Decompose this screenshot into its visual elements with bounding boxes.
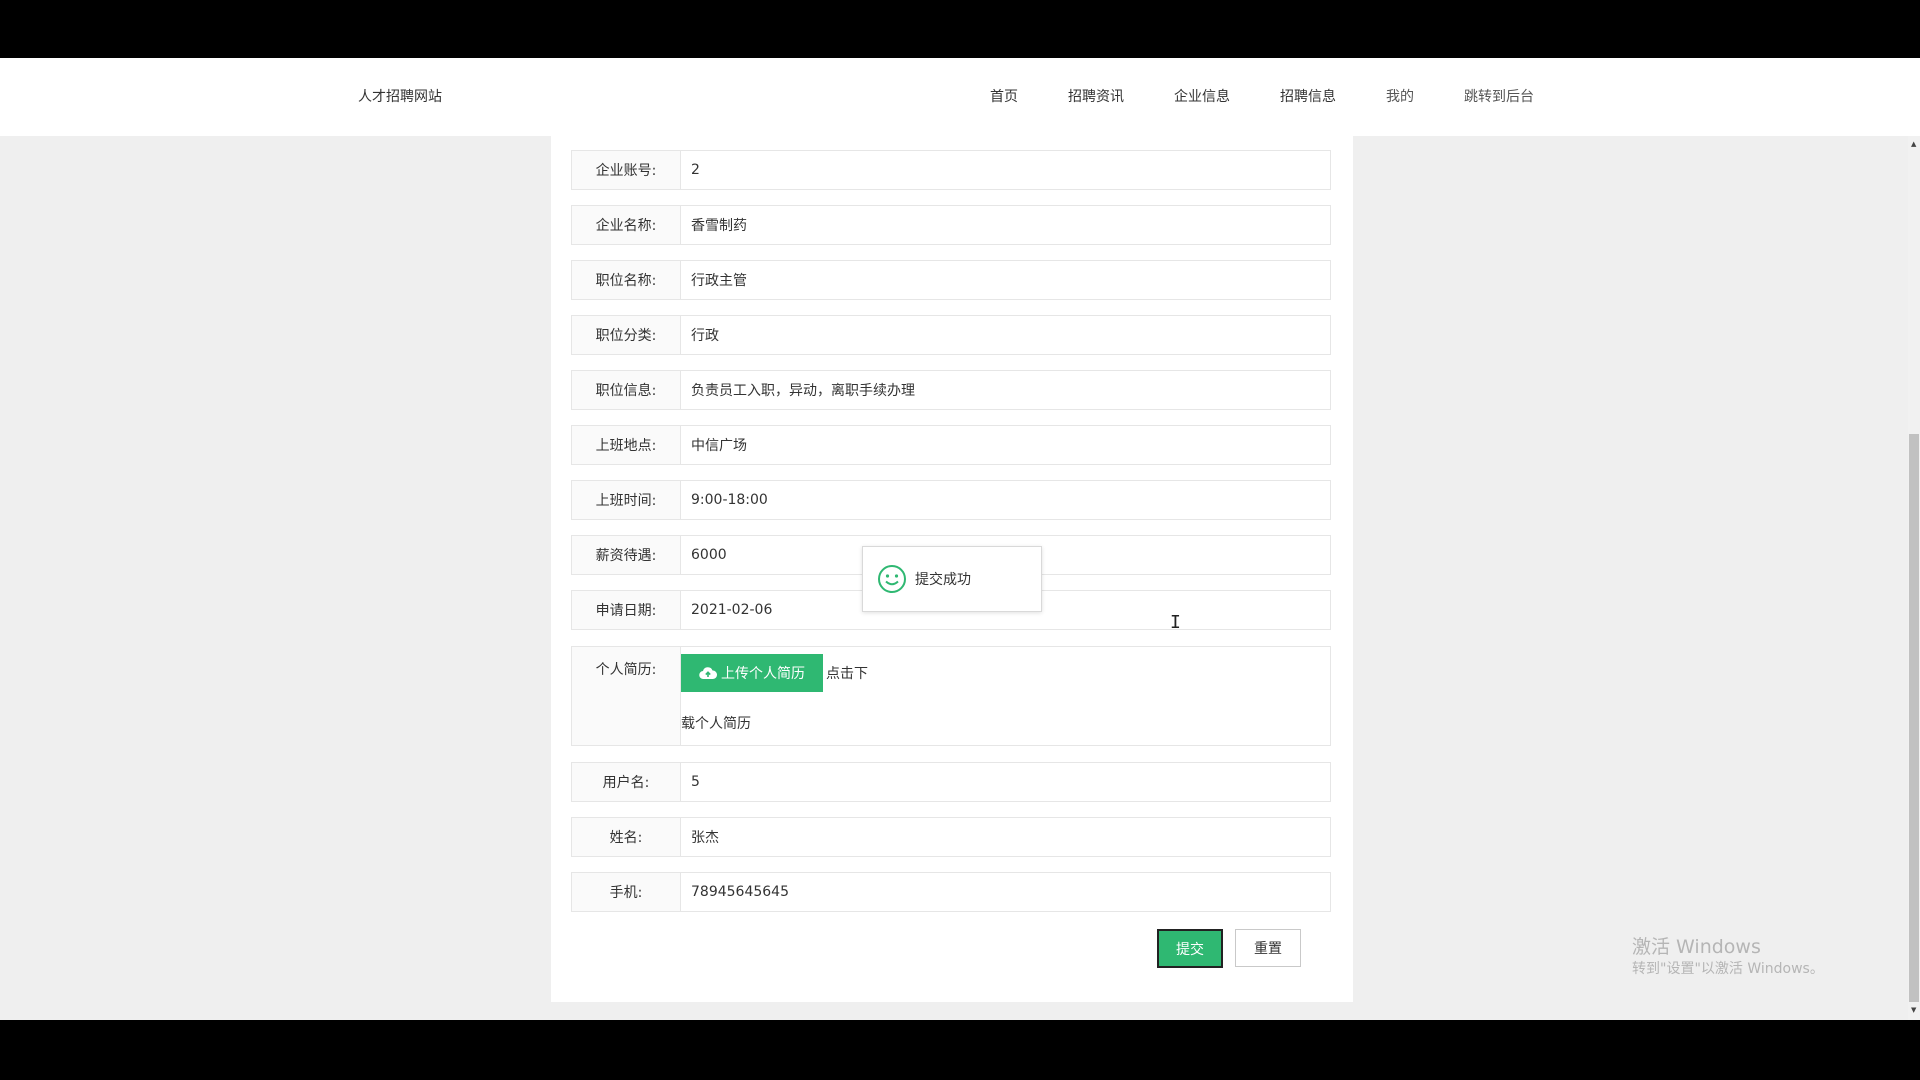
job-description-input[interactable]: 负责员工入职，异动，离职手续办理 bbox=[681, 371, 1330, 409]
field-label: 职位信息: bbox=[572, 371, 681, 409]
submit-button[interactable]: 提交 bbox=[1157, 929, 1223, 968]
field-label: 上班地点: bbox=[572, 426, 681, 464]
windows-activation-hint: 转到"设置"以激活 Windows。 bbox=[1632, 961, 1824, 977]
resume-area: 上传个人简历 点击下 载个人简历 bbox=[681, 647, 1330, 745]
nav-item-admin[interactable]: 跳转到后台 bbox=[1464, 86, 1534, 106]
field-name: 姓名: 张杰 bbox=[571, 817, 1331, 857]
field-resume: 个人简历: 上传个人简历 点击下 载个人简历 bbox=[571, 646, 1331, 746]
field-label: 上班时间: bbox=[572, 481, 681, 519]
name-input[interactable]: 张杰 bbox=[681, 818, 1330, 856]
field-label: 薪资待遇: bbox=[572, 536, 681, 574]
field-work-hours: 上班时间: 9:00-18:00 bbox=[571, 480, 1331, 520]
work-hours-input[interactable]: 9:00-18:00 bbox=[681, 481, 1330, 519]
reset-button[interactable]: 重置 bbox=[1235, 929, 1301, 967]
nav-menu: 首页 招聘资讯 企业信息 招聘信息 我的 跳转到后台 bbox=[990, 86, 1534, 106]
download-resume-link[interactable]: 点击下 bbox=[826, 663, 868, 683]
field-work-location: 上班地点: 中信广场 bbox=[571, 425, 1331, 465]
letterbox-bottom bbox=[0, 1020, 1920, 1080]
cloud-upload-icon bbox=[699, 667, 717, 680]
scroll-up-arrow-icon[interactable]: ▲ bbox=[1911, 140, 1916, 148]
field-label: 姓名: bbox=[572, 818, 681, 856]
field-job-category: 职位分类: 行政 bbox=[571, 315, 1331, 355]
success-toast: 提交成功 bbox=[862, 546, 1042, 612]
site-brand[interactable]: 人才招聘网站 bbox=[358, 86, 442, 106]
scrollbar-thumb[interactable] bbox=[1909, 434, 1919, 1002]
field-label: 手机: bbox=[572, 873, 681, 911]
top-navbar: 人才招聘网站 首页 招聘资讯 企业信息 招聘信息 我的 跳转到后台 bbox=[0, 58, 1920, 136]
scroll-down-arrow-icon[interactable]: ▼ bbox=[1911, 1006, 1916, 1014]
company-account-input[interactable]: 2 bbox=[681, 151, 1330, 189]
field-job-description: 职位信息: 负责员工入职，异动，离职手续办理 bbox=[571, 370, 1331, 410]
job-category-input[interactable]: 行政 bbox=[681, 316, 1330, 354]
field-label: 用户名: bbox=[572, 763, 681, 801]
company-name-input[interactable]: 香雪制药 bbox=[681, 206, 1330, 244]
field-label: 职位名称: bbox=[572, 261, 681, 299]
work-location-input[interactable]: 中信广场 bbox=[681, 426, 1330, 464]
nav-item-job-info[interactable]: 招聘信息 bbox=[1280, 86, 1336, 106]
field-label: 职位分类: bbox=[572, 316, 681, 354]
upload-resume-button[interactable]: 上传个人简历 bbox=[681, 654, 823, 692]
field-company-name: 企业名称: 香雪制药 bbox=[571, 205, 1331, 245]
download-resume-link-continued[interactable]: 载个人简历 bbox=[681, 713, 751, 733]
nav-item-mine[interactable]: 我的 bbox=[1386, 86, 1414, 106]
field-label: 个人简历: bbox=[572, 647, 681, 745]
toast-message: 提交成功 bbox=[915, 572, 971, 588]
field-label: 企业账号: bbox=[572, 151, 681, 189]
nav-item-recruit-news[interactable]: 招聘资讯 bbox=[1068, 86, 1124, 106]
field-company-account: 企业账号: 2 bbox=[571, 150, 1331, 190]
text-cursor-icon: I bbox=[1170, 612, 1181, 633]
field-username: 用户名: 5 bbox=[571, 762, 1331, 802]
field-label: 申请日期: bbox=[572, 591, 681, 629]
job-title-input[interactable]: 行政主管 bbox=[681, 261, 1330, 299]
smile-icon bbox=[878, 565, 906, 593]
field-job-title: 职位名称: 行政主管 bbox=[571, 260, 1331, 300]
username-input[interactable]: 5 bbox=[681, 763, 1330, 801]
nav-item-company-info[interactable]: 企业信息 bbox=[1174, 86, 1230, 106]
upload-resume-label: 上传个人简历 bbox=[721, 666, 805, 682]
field-phone: 手机: 78945645645 bbox=[571, 872, 1331, 912]
nav-item-home[interactable]: 首页 bbox=[990, 86, 1018, 106]
letterbox-top bbox=[0, 0, 1920, 58]
phone-input[interactable]: 78945645645 bbox=[681, 873, 1330, 911]
field-label: 企业名称: bbox=[572, 206, 681, 244]
windows-activation-title: 激活 Windows bbox=[1632, 936, 1761, 958]
